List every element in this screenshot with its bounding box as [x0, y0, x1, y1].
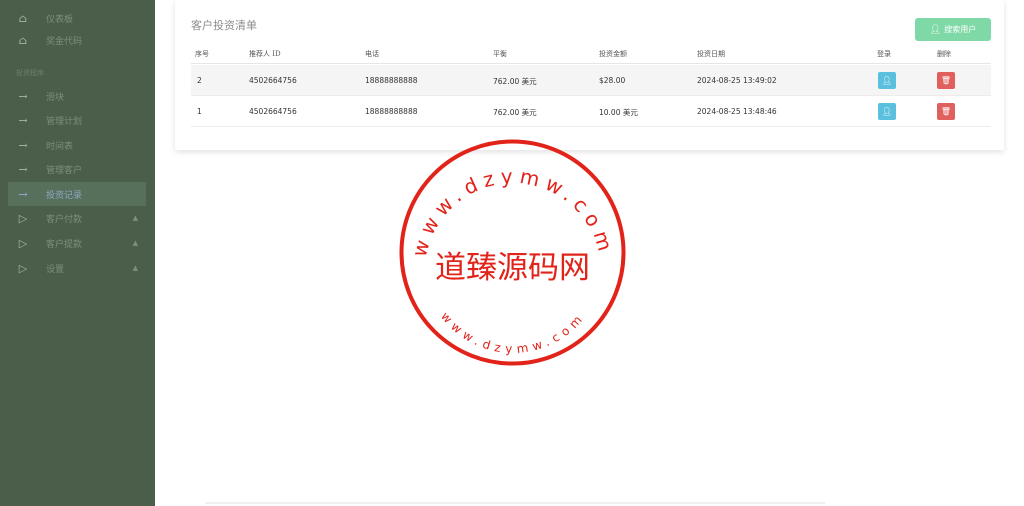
sidebar-item-dashboard[interactable]: ⌂ 仪表板: [8, 6, 146, 30]
user-icon: 👤︎: [881, 107, 893, 116]
play-icon: ▷: [18, 236, 28, 250]
table-row: 1 4502664756 18888888888 762.00 美元 10.00…: [191, 96, 991, 127]
table-header: 序号 推荐人 ID 电话 平衡 投资金额 投资日期 登录 删除: [191, 46, 991, 64]
sidebar-item-schedule[interactable]: → 时间表: [8, 133, 146, 157]
page-title: 客户投资清单: [191, 19, 257, 32]
sidebar-item-label: 客户付款: [46, 214, 83, 225]
stamp-center-text: 道臻源码网: [435, 250, 590, 286]
sidebar-item-label: 管理计划: [46, 116, 83, 127]
sidebar-group-settings[interactable]: ▷ 设置 ▲: [8, 256, 146, 280]
arrow-right-icon: →: [18, 162, 28, 176]
investment-date: 2024-08-25 13:49:02: [697, 76, 777, 85]
trash-icon: 🗑︎: [940, 76, 952, 85]
sidebar-item-plans[interactable]: → 管理计划: [8, 108, 146, 132]
column-header: 删除: [937, 50, 951, 58]
referrer-id: 4502664756: [249, 76, 297, 85]
sidebar-item-bonus-code[interactable]: ⌂ 奖金代码: [8, 28, 146, 52]
investment-list-card: 客户投资清单 👤︎ 搜索用户 序号 推荐人 ID 电话 平衡 投资金额 投资日期…: [175, 0, 1004, 150]
chevron-up-icon: ▲: [132, 214, 138, 222]
phone: 18888888888: [365, 107, 418, 116]
table-row: 2 4502664756 18888888888 762.00 美元 $28.0…: [191, 65, 991, 96]
arrow-right-icon: →: [18, 138, 28, 152]
search-user-button[interactable]: 👤︎ 搜索用户: [915, 18, 991, 41]
home-icon: ⌂: [18, 33, 28, 47]
user-icon: 👤︎: [929, 24, 942, 35]
column-header: 电话: [365, 50, 379, 58]
search-user-label: 搜索用户: [944, 25, 977, 34]
home-icon: ⌂: [18, 11, 28, 25]
chevron-up-icon: ▲: [132, 264, 138, 272]
row-number: 2: [197, 76, 202, 85]
column-header: 登录: [877, 50, 891, 58]
arrow-right-icon: →: [18, 89, 28, 103]
sidebar-group-withdrawals[interactable]: ▷ 客户提款 ▲: [8, 231, 146, 255]
play-icon: ▷: [18, 261, 28, 275]
referrer-id: 4502664756: [249, 107, 297, 116]
arrow-right-icon: →: [18, 187, 28, 201]
arrow-right-icon: →: [18, 113, 28, 127]
investment-amount: 10.00 美元: [599, 108, 638, 117]
balance: 762.00 美元: [493, 108, 537, 117]
sidebar-item-label: 客户提款: [46, 239, 83, 250]
sidebar-item-label: 投资记录: [46, 190, 83, 201]
login-button[interactable]: 👤︎: [878, 103, 896, 120]
sidebar-item-label: 滑块: [46, 92, 65, 103]
sidebar: ⌂ 仪表板 ⌂ 奖金代码 投资程序 → 滑块 → 管理计划 → 时间表 → 管理…: [0, 0, 155, 506]
delete-button[interactable]: 🗑︎: [937, 103, 955, 120]
sidebar-item-label: 管理客户: [46, 165, 83, 176]
sidebar-item-label: 仪表板: [46, 14, 74, 25]
column-header: 推荐人 ID: [249, 50, 281, 58]
column-header: 投资金额: [599, 50, 627, 58]
stamp-ring-text-top: www.dzymw.com: [407, 164, 619, 259]
sidebar-item-customers[interactable]: → 管理客户: [8, 157, 146, 181]
chevron-up-icon: ▲: [132, 239, 138, 247]
balance: 762.00 美元: [493, 77, 537, 86]
trash-icon: 🗑︎: [940, 107, 952, 116]
phone: 18888888888: [365, 76, 418, 85]
investment-date: 2024-08-25 13:48:46: [697, 107, 777, 116]
sidebar-item-label: 奖金代码: [46, 36, 83, 47]
footer-divider: [205, 502, 825, 504]
login-button[interactable]: 👤︎: [878, 72, 896, 89]
column-header: 投资日期: [697, 50, 725, 58]
sidebar-group-payments[interactable]: ▷ 客户付款 ▲: [8, 206, 146, 230]
sidebar-section-label: 投资程序: [16, 69, 44, 77]
sidebar-item-label: 时间表: [46, 141, 74, 152]
watermark-stamp: www.dzymw.com 道臻源码网 www.dzymw.com: [399, 139, 626, 366]
row-number: 1: [197, 107, 202, 116]
sidebar-item-label: 设置: [46, 264, 65, 275]
column-header: 序号: [195, 50, 209, 58]
investment-amount: $28.00: [599, 76, 626, 85]
sidebar-item-slider[interactable]: → 滑块: [8, 84, 146, 108]
column-header: 平衡: [493, 50, 507, 58]
user-icon: 👤︎: [881, 76, 893, 85]
play-icon: ▷: [18, 211, 28, 225]
delete-button[interactable]: 🗑︎: [937, 72, 955, 89]
sidebar-item-investment-records[interactable]: → 投资记录: [8, 182, 146, 206]
